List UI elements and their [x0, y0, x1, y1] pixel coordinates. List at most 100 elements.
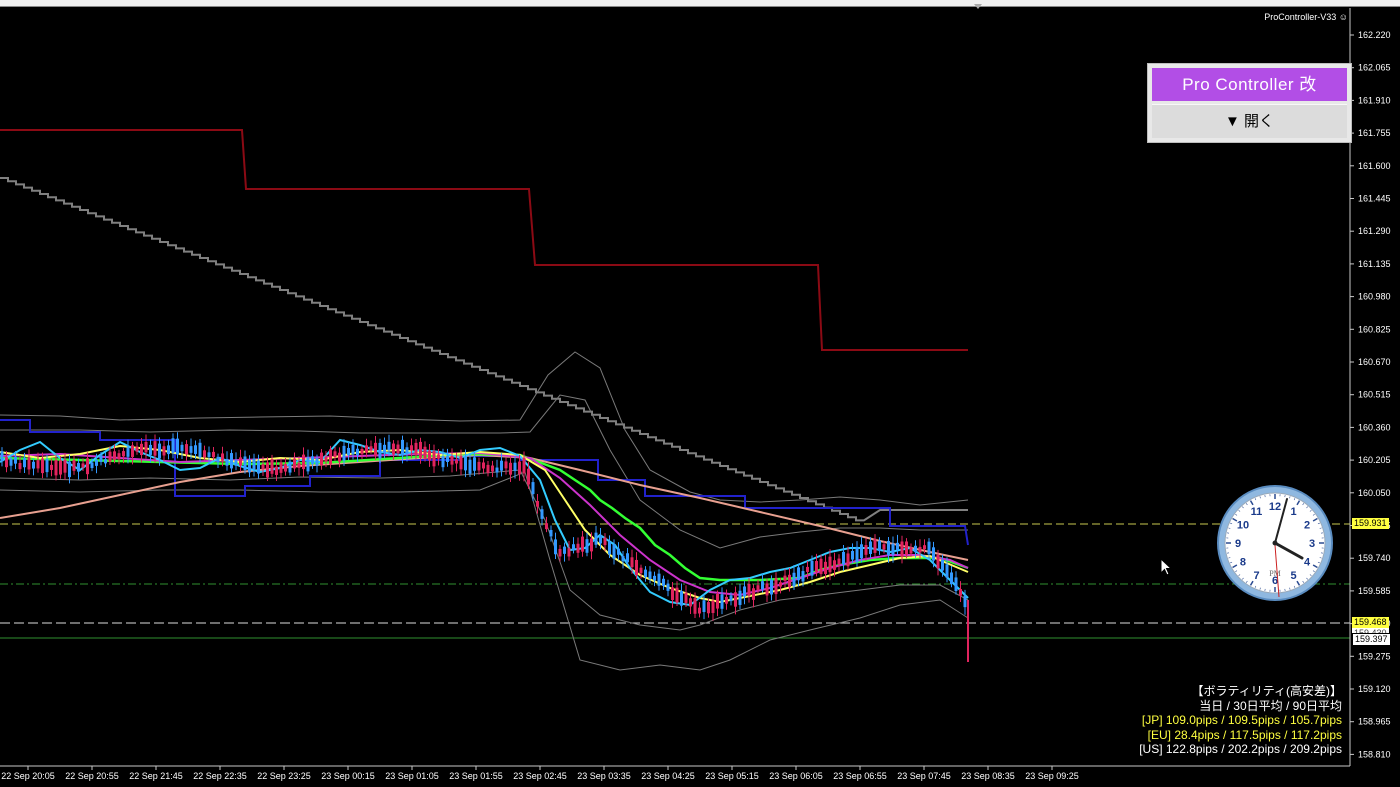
candle-body [252, 458, 256, 470]
price-tick-label: 160.825 [1358, 324, 1391, 334]
candle-body [311, 456, 314, 464]
candle-body [329, 449, 332, 465]
candle-body [873, 538, 877, 553]
candle-body [554, 539, 557, 555]
candle-body [486, 464, 490, 473]
candle-body [693, 598, 697, 614]
candle-body [176, 438, 179, 455]
candle-body [819, 558, 823, 575]
candle-body [90, 462, 94, 469]
candle-body [567, 548, 571, 557]
candle-body [594, 532, 598, 545]
candle-body [81, 463, 85, 468]
candle-body [126, 447, 130, 457]
candle-body [657, 573, 661, 586]
candle-body [671, 587, 674, 601]
upper-band-line [0, 351, 969, 506]
candle-body [675, 587, 679, 603]
candle-body [941, 559, 944, 571]
candle-body [774, 578, 778, 595]
candle-body [9, 458, 13, 466]
candle-body [333, 451, 337, 458]
candle-body [59, 460, 62, 475]
candle-body [806, 566, 809, 572]
clock-number: 12 [1269, 501, 1281, 513]
open-button[interactable]: ▼ 開く [1152, 104, 1347, 138]
candle-body [509, 462, 512, 475]
candle-body [756, 585, 760, 591]
price-tick-label: 160.050 [1358, 488, 1391, 498]
candle-body [405, 447, 409, 455]
price-tick-label: 160.205 [1358, 455, 1391, 465]
candle-body [324, 456, 328, 462]
lower-band-line [0, 469, 969, 631]
candle-body [824, 561, 827, 574]
candle-body [320, 452, 323, 466]
candle-body [401, 439, 404, 456]
candle-body [72, 460, 76, 471]
time-tick-label: 23 Sep 01:55 [449, 771, 503, 781]
candle-body [185, 444, 188, 455]
candle-body [707, 602, 710, 614]
time-tick-label: 23 Sep 01:05 [385, 771, 439, 781]
pro-controller-title-button[interactable]: Pro Controller 改 [1152, 68, 1347, 101]
candle-body [491, 465, 494, 472]
candle-body [576, 543, 580, 553]
candle-body [288, 461, 292, 473]
candle-body [864, 545, 868, 555]
candle-body [909, 547, 913, 554]
candle-body [428, 450, 431, 461]
candle-body [203, 450, 206, 458]
price-tick-label: 160.980 [1358, 292, 1391, 302]
volatility-panel: 【ボラティリティ(高安差)】 当日 / 30日平均 / 90日平均 [JP] 1… [1139, 684, 1342, 757]
candle-body [792, 572, 796, 587]
candle-body [284, 463, 287, 472]
time-tick-label: 22 Sep 20:55 [65, 771, 119, 781]
candle-body [635, 559, 638, 576]
candle-body [414, 442, 418, 455]
time-tick-label: 23 Sep 07:45 [897, 771, 951, 781]
candle-body [423, 446, 427, 459]
pro-controller-panel: Pro Controller 改 ▼ 開く [1147, 63, 1352, 143]
smiley-icon: ☺ [1338, 12, 1348, 22]
candle-body [936, 554, 940, 569]
candle-body [540, 509, 544, 519]
candle-body [504, 461, 508, 469]
candle-body [752, 588, 755, 600]
candle-body [734, 592, 737, 607]
candle-body [954, 577, 958, 591]
candle-body [171, 438, 175, 453]
candle-body [801, 571, 805, 582]
candle-body [702, 600, 706, 612]
candle-body [369, 446, 373, 451]
candle-body [797, 567, 800, 581]
candle-body [293, 458, 296, 469]
candle-body [216, 456, 220, 463]
candle-body [95, 460, 98, 466]
candle-body [162, 446, 166, 456]
candle-body [108, 451, 112, 462]
candle-body [14, 456, 17, 464]
candle-body [833, 560, 836, 570]
candle-body [54, 459, 58, 476]
candle-body [23, 457, 26, 468]
candle-body [239, 457, 242, 466]
candle-body [531, 482, 535, 495]
candle-body [468, 459, 472, 474]
candle-body [621, 556, 625, 562]
bid-price-tag-2: 159.397 [1352, 633, 1391, 646]
candle-body [815, 561, 818, 573]
time-tick-label: 22 Sep 23:25 [257, 771, 311, 781]
candle-body [450, 455, 454, 465]
candle-body [558, 548, 562, 557]
candle-body [351, 444, 355, 455]
candle-body [689, 598, 692, 607]
price-tick-label: 158.965 [1358, 717, 1391, 727]
price-tick-label: 158.810 [1358, 749, 1391, 759]
candle-body [464, 456, 467, 471]
candle-body [945, 564, 949, 578]
candle-body [648, 571, 652, 580]
candle-body [810, 560, 814, 576]
price-tick-label: 161.290 [1358, 226, 1391, 236]
price-tick-label: 159.120 [1358, 684, 1391, 694]
